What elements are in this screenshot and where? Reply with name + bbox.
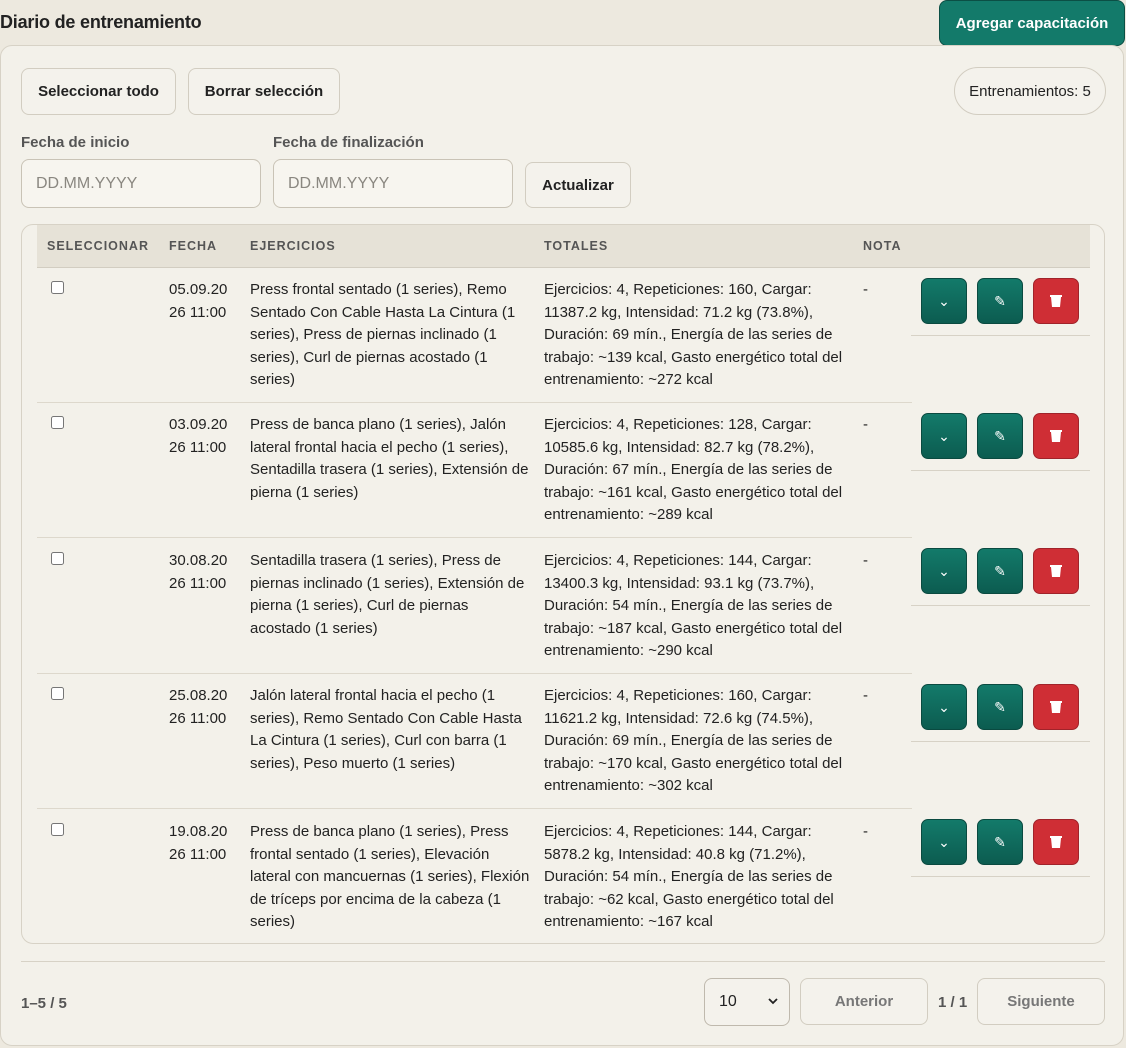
row-actions: ⌄ ✎ xyxy=(911,548,1090,606)
row-actions: ⌄ ✎ xyxy=(911,413,1090,471)
row-totals: Ejercicios: 4, Repeticiones: 128, Cargar… xyxy=(544,416,843,524)
end-date-input[interactable] xyxy=(273,159,513,208)
chevron-down-icon xyxy=(768,998,778,1005)
row-totals: Ejercicios: 4, Repeticiones: 144, Cargar… xyxy=(544,823,834,931)
row-select-checkbox[interactable] xyxy=(51,416,64,429)
row-select-checkbox[interactable] xyxy=(51,687,64,700)
page-indicator: 1 / 1 xyxy=(938,994,968,1011)
update-button[interactable]: Actualizar xyxy=(525,162,631,208)
row-date: 30.08.20 26 11:00 xyxy=(169,552,228,592)
table-row: 03.09.20 26 11:00 Press de banca plano (1… xyxy=(37,402,912,538)
col-header-date: FECHA xyxy=(169,239,218,253)
row-date: 05.09.20 26 11:00 xyxy=(169,281,228,321)
pencil-icon: ✎ xyxy=(994,427,1006,444)
trainings-table: SELECCIONAR FECHA EJERCICIOS TOTALES NOT… xyxy=(21,224,1105,944)
next-page-button[interactable]: Siguiente xyxy=(977,978,1105,1025)
edit-button[interactable]: ✎ xyxy=(977,278,1023,324)
row-date: 19.08.20 26 11:00 xyxy=(169,823,228,863)
row-totals: Ejercicios: 4, Repeticiones: 160, Cargar… xyxy=(544,687,843,795)
edit-button[interactable]: ✎ xyxy=(977,684,1023,730)
delete-button[interactable] xyxy=(1033,278,1079,324)
row-date: 03.09.20 26 11:00 xyxy=(169,416,228,456)
table-row: 25.08.20 26 11:00 Jalón lateral frontal h… xyxy=(37,673,912,809)
row-select-checkbox[interactable] xyxy=(51,823,64,836)
table-row: 05.09.20 26 11:00 Press frontal sentado (… xyxy=(37,267,912,403)
row-totals: Ejercicios: 4, Repeticiones: 144, Cargar… xyxy=(544,552,843,660)
chevron-down-icon: ⌄ xyxy=(938,292,950,309)
chevron-down-icon: ⌄ xyxy=(938,833,950,850)
delete-button[interactable] xyxy=(1033,413,1079,459)
chevron-down-icon: ⌄ xyxy=(938,562,950,579)
footer-divider xyxy=(21,961,1105,962)
col-header-totals: TOTALES xyxy=(544,239,609,253)
pencil-icon: ✎ xyxy=(994,833,1006,850)
row-select-checkbox[interactable] xyxy=(51,281,64,294)
row-date: 25.08.20 26 11:00 xyxy=(169,687,228,727)
delete-button[interactable] xyxy=(1033,548,1079,594)
delete-button[interactable] xyxy=(1033,819,1079,865)
chevron-down-icon: ⌄ xyxy=(938,427,950,444)
clear-selection-button[interactable]: Borrar selección xyxy=(188,68,340,115)
row-note: - xyxy=(863,687,868,704)
expand-button[interactable]: ⌄ xyxy=(921,684,967,730)
row-exercises: Sentadilla trasera (1 series), Press de … xyxy=(250,552,525,637)
col-header-exercises: EJERCICIOS xyxy=(250,239,336,253)
row-totals: Ejercicios: 4, Repeticiones: 160, Cargar… xyxy=(544,281,843,389)
row-note: - xyxy=(863,416,868,433)
expand-button[interactable]: ⌄ xyxy=(921,819,967,865)
pencil-icon: ✎ xyxy=(994,562,1006,579)
pencil-icon: ✎ xyxy=(994,698,1006,715)
row-select-checkbox[interactable] xyxy=(51,552,64,565)
row-actions: ⌄ ✎ xyxy=(911,819,1090,877)
chevron-down-icon: ⌄ xyxy=(938,698,950,715)
expand-button[interactable]: ⌄ xyxy=(921,278,967,324)
row-note: - xyxy=(863,823,868,840)
col-header-note: NOTA xyxy=(863,239,902,253)
edit-button[interactable]: ✎ xyxy=(977,548,1023,594)
training-count-badge: Entrenamientos: 5 xyxy=(954,67,1106,115)
table-row: 30.08.20 26 11:00 Sentadilla trasera (1 s… xyxy=(37,538,912,674)
row-actions: ⌄ ✎ xyxy=(911,684,1090,742)
page-size-select[interactable]: 10 xyxy=(704,978,790,1026)
main-panel: Seleccionar todo Borrar selección Entren… xyxy=(0,45,1124,1046)
trash-icon xyxy=(1050,701,1062,713)
row-exercises: Press de banca plano (1 series), Jalón l… xyxy=(250,416,529,501)
select-all-button[interactable]: Seleccionar todo xyxy=(21,68,176,115)
row-note: - xyxy=(863,281,868,298)
table-header: SELECCIONAR FECHA EJERCICIOS TOTALES NOT… xyxy=(37,225,1090,268)
row-exercises: Press de banca plano (1 series), Press f… xyxy=(250,823,530,931)
table-row: 19.08.20 26 11:00 Press de banca plano (1… xyxy=(37,809,912,943)
page-title: Diario de entrenamiento xyxy=(0,12,202,32)
expand-button[interactable]: ⌄ xyxy=(921,413,967,459)
start-date-input[interactable] xyxy=(21,159,261,208)
previous-page-button[interactable]: Anterior xyxy=(800,978,928,1025)
end-date-label: Fecha de finalización xyxy=(273,134,424,151)
delete-button[interactable] xyxy=(1033,684,1079,730)
edit-button[interactable]: ✎ xyxy=(977,819,1023,865)
page-size-value: 10 xyxy=(719,993,737,1010)
row-actions: ⌄ ✎ xyxy=(911,278,1090,336)
edit-button[interactable]: ✎ xyxy=(977,413,1023,459)
row-exercises: Jalón lateral frontal hacia el pecho (1 … xyxy=(250,687,522,772)
start-date-label: Fecha de inicio xyxy=(21,134,130,151)
pagination-range: 1–5 / 5 xyxy=(21,995,67,1012)
col-header-select: SELECCIONAR xyxy=(47,239,149,253)
trash-icon xyxy=(1050,430,1062,442)
trash-icon xyxy=(1050,836,1062,848)
trash-icon xyxy=(1050,565,1062,577)
pencil-icon: ✎ xyxy=(994,292,1006,309)
add-training-button[interactable]: Agregar capacitación xyxy=(939,0,1125,46)
expand-button[interactable]: ⌄ xyxy=(921,548,967,594)
trash-icon xyxy=(1050,295,1062,307)
row-exercises: Press frontal sentado (1 series), Remo S… xyxy=(250,281,516,389)
row-note: - xyxy=(863,552,868,569)
